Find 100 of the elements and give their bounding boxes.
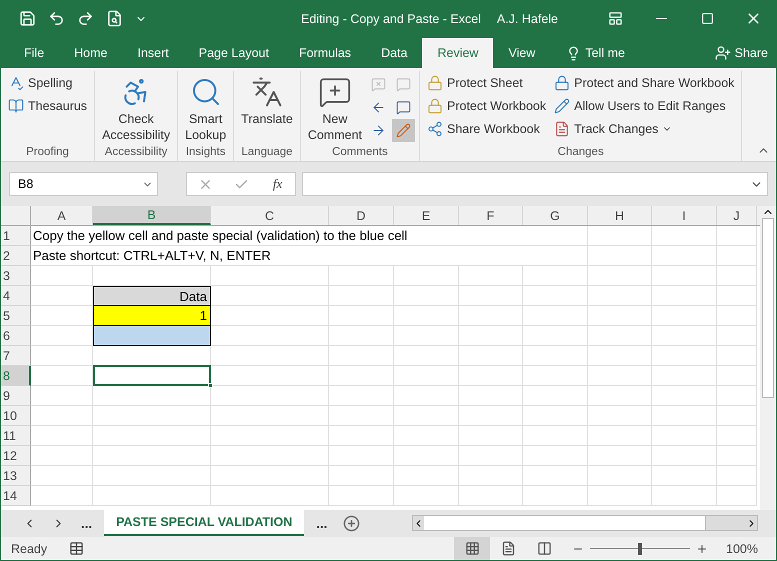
grid-cell[interactable] bbox=[459, 426, 523, 446]
column-header[interactable]: I bbox=[652, 206, 717, 225]
formula-field[interactable] bbox=[302, 172, 768, 196]
row-header[interactable]: 6 bbox=[1, 326, 31, 346]
grid-cell[interactable] bbox=[329, 366, 394, 386]
grid-cell[interactable] bbox=[652, 426, 717, 446]
ribbon-command[interactable]: Spelling bbox=[5, 71, 90, 94]
grid-cell[interactable] bbox=[93, 446, 211, 466]
more-sheets-button[interactable]: ... bbox=[312, 510, 332, 536]
grid-cell[interactable] bbox=[652, 346, 717, 366]
grid-cell[interactable] bbox=[717, 246, 757, 266]
grid-cell[interactable] bbox=[329, 406, 394, 426]
grid-cell[interactable] bbox=[588, 426, 652, 446]
grid-cell[interactable] bbox=[211, 486, 329, 506]
grid-cell[interactable] bbox=[717, 366, 757, 386]
grid-cell[interactable] bbox=[588, 466, 652, 486]
grid-cell[interactable] bbox=[588, 406, 652, 426]
row-header[interactable]: 1 bbox=[1, 226, 31, 246]
grid-cell[interactable] bbox=[523, 226, 588, 246]
grid-cell[interactable] bbox=[523, 446, 588, 466]
grid-cell[interactable] bbox=[523, 306, 588, 326]
grid-cell[interactable] bbox=[652, 226, 717, 246]
grid-cell[interactable] bbox=[652, 406, 717, 426]
grid-cell[interactable] bbox=[459, 266, 523, 286]
share-button[interactable]: Share bbox=[708, 38, 776, 68]
grid-cell[interactable] bbox=[394, 466, 459, 486]
grid-cell[interactable] bbox=[652, 366, 717, 386]
ribbon-command[interactable]: Check Accessibility bbox=[99, 71, 174, 146]
zoom-thumb[interactable] bbox=[638, 542, 642, 554]
redo-icon[interactable] bbox=[77, 10, 94, 27]
grid-cell[interactable] bbox=[211, 346, 329, 366]
ribbon-tab[interactable]: Home bbox=[59, 38, 122, 68]
grid-cell[interactable] bbox=[394, 446, 459, 466]
grid-cell[interactable] bbox=[211, 386, 329, 406]
grid-cell[interactable] bbox=[394, 366, 459, 386]
ribbon-tab[interactable]: View bbox=[493, 38, 550, 68]
tell-me-button[interactable]: Tell me bbox=[560, 38, 631, 68]
vertical-scrollbar[interactable] bbox=[760, 206, 776, 510]
grid-cell[interactable] bbox=[329, 346, 394, 366]
grid-cell[interactable] bbox=[211, 326, 329, 346]
grid-cell[interactable] bbox=[211, 366, 329, 386]
ribbon-command[interactable]: New Comment bbox=[304, 71, 365, 146]
grid-cell[interactable] bbox=[652, 286, 717, 306]
grid-cell[interactable] bbox=[459, 486, 523, 506]
row-header[interactable]: 4 bbox=[1, 286, 31, 306]
grid-cell[interactable] bbox=[459, 326, 523, 346]
row-header[interactable]: 8 bbox=[1, 366, 31, 386]
grid-cell[interactable] bbox=[31, 386, 93, 406]
grid-cell[interactable] bbox=[211, 466, 329, 486]
grid-cell[interactable] bbox=[31, 366, 93, 386]
grid-cell[interactable] bbox=[329, 286, 394, 306]
grid-cell[interactable] bbox=[211, 306, 329, 326]
grid-cell[interactable] bbox=[523, 386, 588, 406]
row-header[interactable]: 2 bbox=[1, 246, 31, 266]
grid-cell[interactable] bbox=[329, 386, 394, 406]
grid-cell[interactable] bbox=[588, 386, 652, 406]
ribbon-tab[interactable]: Page Layout bbox=[184, 38, 284, 68]
grid-cell[interactable] bbox=[523, 266, 588, 286]
ribbon-command[interactable]: Protect Sheet bbox=[424, 71, 550, 94]
grid-cell[interactable] bbox=[523, 486, 588, 506]
column-header[interactable]: G bbox=[523, 206, 588, 225]
grid-cell[interactable] bbox=[588, 346, 652, 366]
grid-cell[interactable] bbox=[588, 306, 652, 326]
grid-cell[interactable] bbox=[523, 426, 588, 446]
horizontal-scrollbar[interactable] bbox=[412, 515, 758, 531]
grid-cell[interactable] bbox=[588, 286, 652, 306]
grid-cell[interactable] bbox=[93, 426, 211, 446]
grid-cell[interactable] bbox=[459, 386, 523, 406]
ribbon-command[interactable]: Allow Users to Edit Ranges bbox=[551, 94, 738, 117]
grid-cell[interactable] bbox=[394, 306, 459, 326]
grid-cell[interactable] bbox=[394, 406, 459, 426]
grid-cell[interactable] bbox=[31, 346, 93, 366]
grid-cell[interactable] bbox=[329, 306, 394, 326]
grid-cell[interactable] bbox=[652, 466, 717, 486]
insert-function-button[interactable]: fx bbox=[270, 176, 284, 192]
grid-cell[interactable] bbox=[394, 486, 459, 506]
name-box[interactable]: B8 bbox=[9, 172, 158, 196]
grid-cell[interactable] bbox=[211, 446, 329, 466]
ribbon-command[interactable]: Smart Lookup bbox=[182, 71, 230, 146]
ribbon-tab[interactable]: File bbox=[9, 38, 60, 68]
undo-icon[interactable] bbox=[48, 10, 65, 27]
ribbon-command[interactable]: Track Changes bbox=[551, 117, 738, 140]
grid-cell[interactable] bbox=[31, 426, 93, 446]
row-header[interactable]: 14 bbox=[1, 486, 31, 506]
grid-cell[interactable] bbox=[588, 366, 652, 386]
row-header[interactable]: 9 bbox=[1, 386, 31, 406]
grid-cell[interactable] bbox=[93, 406, 211, 426]
grid-cell[interactable] bbox=[717, 226, 757, 246]
grid-cell[interactable] bbox=[652, 266, 717, 286]
grid-cell[interactable] bbox=[717, 486, 757, 506]
grid-cell[interactable] bbox=[394, 266, 459, 286]
grid-cell[interactable] bbox=[717, 386, 757, 406]
grid-cell[interactable] bbox=[588, 226, 652, 246]
grid-cell[interactable] bbox=[652, 386, 717, 406]
grid-cell[interactable] bbox=[459, 286, 523, 306]
grid-cell[interactable] bbox=[31, 486, 93, 506]
grid-cell[interactable] bbox=[211, 266, 329, 286]
grid-cell[interactable] bbox=[329, 426, 394, 446]
grid-cell[interactable] bbox=[717, 326, 757, 346]
ribbon-tab[interactable]: Formulas bbox=[284, 38, 366, 68]
